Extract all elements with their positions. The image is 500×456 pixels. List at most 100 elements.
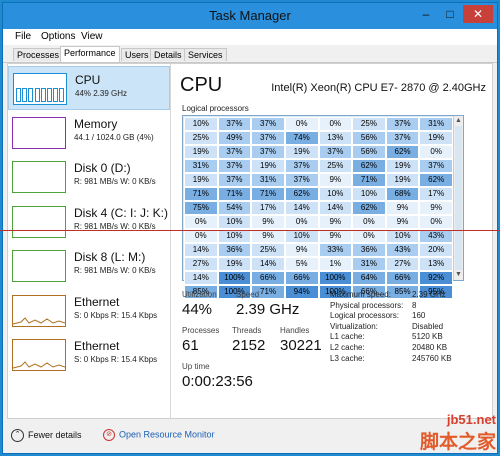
resource-monitor-icon: ⊘ — [103, 429, 115, 441]
grid-scrollbar[interactable]: ▲ ▼ — [453, 116, 463, 280]
processes-value: 61 — [182, 337, 199, 354]
sidebar-item[interactable]: Disk 4 (C: I: J: K:) R: 981 MB/s W: 0 KB/… — [8, 200, 170, 244]
sidebar-item-title: CPU — [75, 73, 101, 87]
utilization-label: Utilization — [182, 290, 217, 299]
processor-cell: 0% — [352, 229, 386, 243]
task-manager-window: Task Manager – □ ✕ File Options View Pro… — [2, 2, 498, 454]
tab-processes[interactable]: Processes — [13, 48, 64, 61]
tab-users[interactable]: Users — [121, 48, 153, 61]
processor-cell: 66% — [385, 271, 420, 285]
processor-cell: 25% — [251, 243, 285, 257]
scroll-up-icon[interactable]: ▲ — [454, 116, 463, 126]
scroll-thumb[interactable] — [455, 126, 462, 270]
mini-graph-bar — [59, 88, 65, 102]
sidebar-item[interactable]: Ethernet S: 0 Kbps R: 15.4 Kbps — [8, 289, 170, 333]
info-value: Disabled — [412, 321, 444, 331]
processor-cell: 56% — [352, 145, 386, 159]
sidebar-item-title: Disk 8 (L: M:) — [74, 250, 146, 264]
processor-cell: 20% — [419, 243, 453, 257]
watermark-domain: jb51.net — [446, 412, 496, 427]
processor-cell: 100% — [318, 271, 353, 285]
watermark-brand: 脚本之家 — [419, 432, 496, 453]
processor-cell: 62% — [385, 145, 420, 159]
cpu-detail-pane: CPU Intel(R) Xeon(R) CPU E7- 2870 @ 2.40… — [176, 64, 492, 418]
processor-cell: 19% — [184, 145, 218, 159]
processor-cell: 74% — [284, 131, 319, 145]
mini-graph — [12, 294, 66, 327]
cpu-heading: CPU — [180, 74, 223, 96]
processor-cell: 14% — [284, 201, 319, 215]
processor-cell: 0% — [284, 117, 319, 131]
processor-cell: 19% — [217, 257, 252, 271]
processor-cell: 17% — [419, 187, 453, 201]
sidebar-item[interactable]: Memory 44.1 / 1024.0 GB (4%) — [8, 111, 170, 155]
threads-label: Threads — [232, 326, 262, 335]
sidebar-item-title: Disk 0 (D:) — [74, 161, 131, 175]
processor-cell: 9% — [385, 201, 420, 215]
chevron-up-icon: ⌃ — [11, 429, 24, 442]
info-row: L2 cache: 20480 KB — [330, 343, 476, 354]
watermark: jb51.net 脚本之家 — [420, 412, 496, 454]
close-button[interactable]: ✕ — [463, 5, 493, 23]
processor-cell: 37% — [419, 159, 453, 173]
menu-file[interactable]: File — [15, 31, 31, 42]
processor-cell: 10% — [217, 229, 252, 243]
processor-cell: 36% — [352, 243, 386, 257]
sidebar-item[interactable]: Disk 8 (L: M:) R: 981 MB/s W: 0 KB/s — [8, 244, 170, 288]
processor-cell: 14% — [184, 271, 218, 285]
utilization-value: 44% — [182, 301, 213, 318]
processor-cell: 25% — [318, 159, 353, 173]
uptime-label: Up time — [182, 362, 210, 371]
resource-sidebar: CPU 44% 2.39 GHz Memory 44.1 / 1024.0 GB (4… — [8, 64, 171, 418]
processor-cell: 62% — [352, 201, 386, 215]
processor-cell: 71% — [352, 173, 386, 187]
mini-graph — [12, 161, 66, 193]
tab-services[interactable]: Services — [184, 48, 227, 61]
sidebar-item[interactable]: Disk 0 (D:) R: 981 MB/s W: 0 KB/s — [8, 155, 170, 199]
processor-cell: 10% — [318, 187, 353, 201]
tab-performance[interactable]: Performance — [60, 46, 120, 62]
handles-value: 30221 — [280, 337, 322, 354]
sidebar-item-title: Ethernet — [74, 339, 120, 353]
speed-label: Speed — [236, 290, 260, 299]
processor-cell: 37% — [318, 145, 353, 159]
minimize-button[interactable]: – — [415, 5, 437, 23]
handles-label: Handles — [280, 326, 310, 335]
info-value: 8 — [412, 300, 417, 310]
processor-cell: 62% — [419, 173, 453, 187]
processor-cell: 43% — [385, 243, 420, 257]
cpu-info-table: Maximum speed: 2.39 GHz Physical processor… — [330, 290, 476, 364]
maximize-button[interactable]: □ — [439, 5, 461, 23]
processor-cell: 94% — [284, 285, 319, 299]
menu-view[interactable]: View — [81, 31, 103, 42]
processor-cell: 0% — [419, 145, 453, 159]
processor-cell: 75% — [184, 201, 218, 215]
processor-cell: 1% — [318, 257, 353, 271]
info-value: 245760 KB — [412, 353, 452, 363]
processor-cell: 68% — [385, 187, 420, 201]
processor-cell: 9% — [385, 215, 420, 229]
processor-cell: 9% — [318, 215, 353, 229]
processor-cell: 10% — [385, 229, 420, 243]
fewer-details-label: Fewer details — [28, 429, 82, 440]
mini-graph-bar — [28, 88, 34, 102]
processor-cell: 0% — [184, 229, 218, 243]
sidebar-item-title: Disk 4 (C: I: J: K:) — [74, 205, 169, 220]
menu-options[interactable]: Options — [41, 31, 75, 42]
processor-cell: 37% — [385, 117, 420, 131]
sidebar-item-subtitle: 44.1 / 1024.0 GB (4%) — [74, 132, 154, 142]
info-value: 5120 KB — [412, 332, 443, 342]
open-resource-monitor-link[interactable]: ⊘ Open Resource Monitor — [103, 429, 215, 441]
tab-details[interactable]: Details — [150, 48, 186, 61]
info-row: Physical processors: 8 — [330, 301, 476, 312]
processor-cell: 19% — [251, 159, 285, 173]
sidebar-item[interactable]: CPU 44% 2.39 GHz — [8, 66, 170, 110]
fewer-details-button[interactable]: ⌃ Fewer details — [11, 429, 82, 442]
mini-graph — [12, 205, 66, 238]
processor-cell: 0% — [318, 117, 353, 131]
scroll-down-icon[interactable]: ▼ — [454, 270, 463, 280]
processor-cell: 37% — [284, 159, 319, 173]
processor-cell: 13% — [318, 131, 353, 145]
sidebar-item[interactable]: Ethernet S: 0 Kbps R: 15.4 Kbps — [8, 333, 170, 377]
mini-graph-bar — [16, 88, 21, 102]
